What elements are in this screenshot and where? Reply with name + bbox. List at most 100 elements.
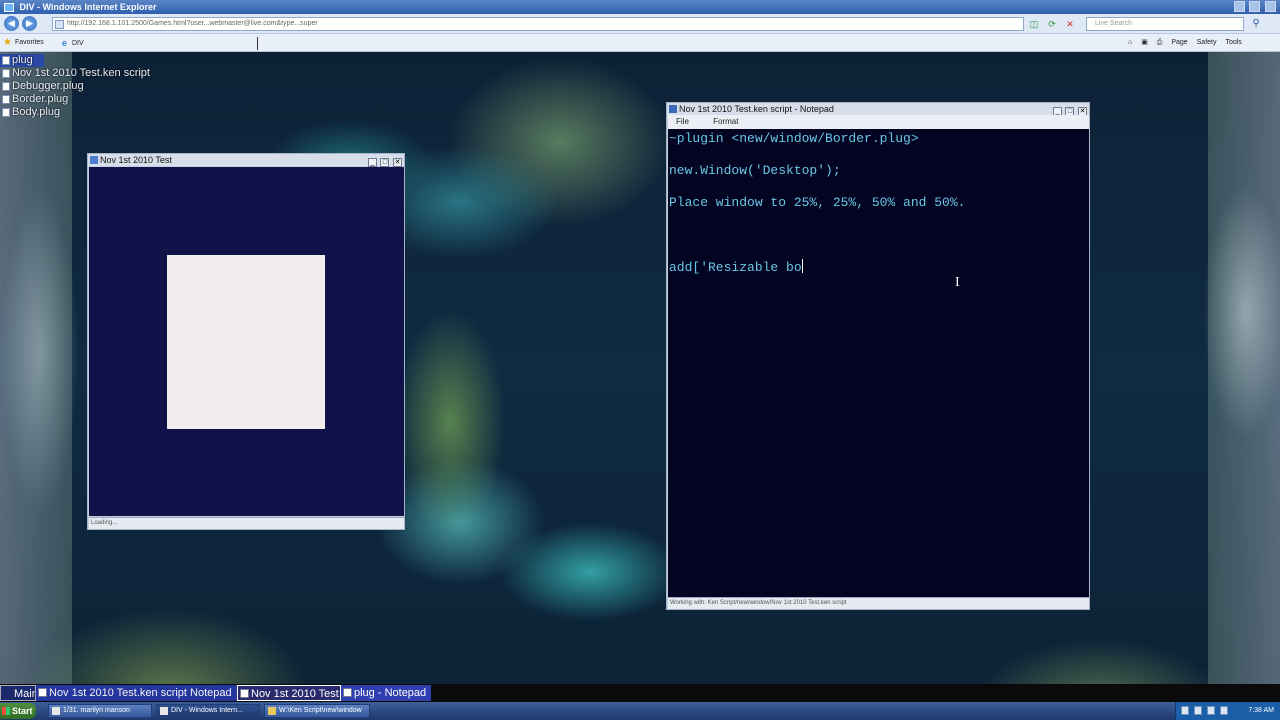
notepad-title-bar[interactable]: Nov 1st 2010 Test.ken script - Notepad _…	[667, 103, 1089, 116]
menu-format[interactable]: Format	[713, 115, 738, 129]
test-window-title: Nov 1st 2010 Test	[100, 155, 172, 165]
file-item-script[interactable]: Nov 1st 2010 Test.ken script	[0, 67, 150, 80]
file-icon	[2, 56, 10, 65]
test-window-status: Loading...	[89, 517, 404, 529]
print-icon[interactable]: ⎙	[1157, 37, 1163, 49]
test-window-title-bar[interactable]: Nov 1st 2010 Test _ □ ✕	[88, 154, 404, 167]
maximize-button[interactable]	[1249, 1, 1261, 12]
code-line-2: new.Window('Desktop');	[669, 163, 841, 178]
media-player-icon	[52, 707, 60, 715]
menu-file[interactable]: File	[676, 115, 689, 129]
code-line-4-text: add['Resizable bo	[669, 260, 802, 275]
forward-button[interactable]: ▶	[22, 16, 37, 31]
address-bar[interactable]: http://192.168.1.101:2500/Games.html?use…	[52, 17, 1024, 31]
ie-icon	[4, 3, 14, 13]
file-item-body[interactable]: Body.plug	[0, 106, 150, 119]
app-button-notepad-plug[interactable]: plug - Notepad	[341, 685, 431, 701]
command-tools[interactable]: Tools	[1225, 37, 1241, 49]
notepad-title: Nov 1st 2010 Test.ken script - Notepad	[679, 104, 834, 114]
notepad-window[interactable]: Nov 1st 2010 Test.ken script - Notepad _…	[666, 102, 1090, 610]
browser-title-bar: DIV - Windows Internet Explorer	[0, 0, 1280, 14]
folder-icon	[268, 707, 276, 715]
page-icon	[55, 20, 64, 29]
notepad-icon	[38, 688, 47, 697]
tray-icons	[1181, 706, 1230, 718]
file-label: Border.plug	[12, 93, 69, 105]
file-item-debugger[interactable]: Debugger.plug	[0, 80, 150, 93]
tray-volume-icon[interactable]	[1194, 706, 1203, 715]
address-url: http://192.168.1.101:2500/Games.html?use…	[67, 20, 318, 27]
close-button[interactable]: ✕	[393, 158, 402, 167]
search-input[interactable]: Live Search	[1086, 17, 1244, 31]
app-button-label: plug - Notepad	[354, 687, 427, 699]
file-list: plug Nov 1st 2010 Test.ken script Debugg…	[0, 54, 150, 119]
file-icon	[2, 95, 10, 104]
tray-security-icon[interactable]	[1207, 706, 1216, 715]
wallpaper-cloud-band-right	[1208, 52, 1280, 684]
browser-tab[interactable]: e DIV	[62, 37, 258, 50]
app-button-test[interactable]: Nov 1st 2010 Test	[237, 685, 341, 701]
taskbar-button-media[interactable]: 1/31. marilyn manson	[48, 704, 152, 718]
app-button-label: Main	[14, 688, 36, 700]
notepad-menu-bar: File Format	[668, 115, 1089, 129]
tray-network-icon[interactable]	[1181, 706, 1189, 715]
search-icon[interactable]: ⚲	[1248, 17, 1264, 31]
test-window[interactable]: Nov 1st 2010 Test _ □ ✕ Loading...	[87, 153, 405, 530]
file-item-border[interactable]: Border.plug	[0, 93, 150, 106]
windows-taskbar: Start 1/31. marilyn manson DIV - Windows…	[0, 702, 1280, 720]
favorites-star-icon[interactable]: ★	[3, 37, 12, 49]
favorites-bar: ★ Favorites e DIV ⌂ ▣ ⎙ Page Safety Tool…	[0, 34, 1280, 52]
test-window-canvas[interactable]	[89, 167, 404, 516]
file-icon	[2, 82, 10, 91]
minimize-button[interactable]: _	[367, 158, 377, 167]
start-label: Start	[12, 706, 33, 716]
app-button-label: Nov 1st 2010 Test	[251, 688, 339, 700]
taskbar-button-label: 1/31. marilyn manson	[63, 707, 130, 714]
command-safety[interactable]: Safety	[1197, 37, 1217, 49]
file-item-plug[interactable]: plug	[0, 54, 44, 67]
file-icon	[2, 108, 10, 117]
command-page[interactable]: Page	[1171, 37, 1187, 49]
white-square[interactable]	[167, 255, 325, 429]
app-button-main[interactable]: Main	[0, 685, 36, 701]
refresh-icon[interactable]: ⟳	[1046, 18, 1058, 30]
favorites-button[interactable]: Favorites	[15, 39, 44, 46]
back-button[interactable]: ◀	[4, 16, 19, 31]
tab-label: DIV	[72, 40, 84, 47]
notepad-editor[interactable]: ~plugin <new/window/Border.plug> new.Win…	[668, 129, 1089, 597]
close-button[interactable]	[1265, 1, 1276, 12]
windows-logo-icon	[2, 707, 10, 715]
file-label: Body.plug	[12, 106, 61, 118]
window-icon	[240, 689, 249, 698]
ie-icon	[160, 707, 168, 715]
app-button-label: Nov 1st 2010 Test.ken script Notepad	[49, 687, 232, 699]
app-button-notepad-script[interactable]: Nov 1st 2010 Test.ken script Notepad	[36, 685, 237, 701]
taskbar-button-label: DIV - Windows Intern...	[171, 707, 243, 714]
maximize-button[interactable]: □	[380, 158, 390, 167]
compatibility-icon[interactable]: ◫	[1028, 18, 1040, 30]
tab-ie-icon: e	[62, 38, 68, 48]
code-line-3: Place window to 25%, 25%, 50% and 50%.	[669, 195, 966, 210]
command-bar: ⌂ ▣ ⎙ Page Safety Tools	[1128, 37, 1278, 50]
taskbar-button-ie[interactable]: DIV - Windows Intern...	[156, 704, 260, 718]
stop-icon[interactable]: ✕	[1064, 18, 1076, 30]
text-caret	[801, 259, 803, 273]
taskbar-button-explorer[interactable]: W:\Ken Script\new\window	[264, 704, 370, 718]
browser-title: DIV - Windows Internet Explorer	[19, 2, 157, 12]
tray-app-icon[interactable]	[1220, 706, 1229, 715]
notepad-icon	[669, 105, 677, 113]
minimize-button[interactable]	[1233, 1, 1245, 12]
clock[interactable]: 7:38 AM	[1248, 702, 1274, 720]
window-icon	[90, 156, 98, 164]
code-line-4: add['Resizable bo	[669, 259, 803, 276]
start-button[interactable]: Start	[0, 703, 36, 719]
home-icon[interactable]: ⌂	[1128, 37, 1132, 49]
feeds-icon[interactable]: ▣	[1141, 37, 1148, 49]
file-label: plug	[12, 54, 33, 66]
address-toolbar: ◀ ▶ http://192.168.1.101:2500/Games.html…	[0, 14, 1280, 34]
file-label: Nov 1st 2010 Test.ken script	[12, 67, 150, 79]
code-line-1: ~plugin <new/window/Border.plug>	[669, 131, 919, 146]
notepad-icon	[343, 688, 352, 697]
file-icon	[2, 69, 10, 78]
test-window-controls: _ □ ✕	[367, 155, 402, 167]
